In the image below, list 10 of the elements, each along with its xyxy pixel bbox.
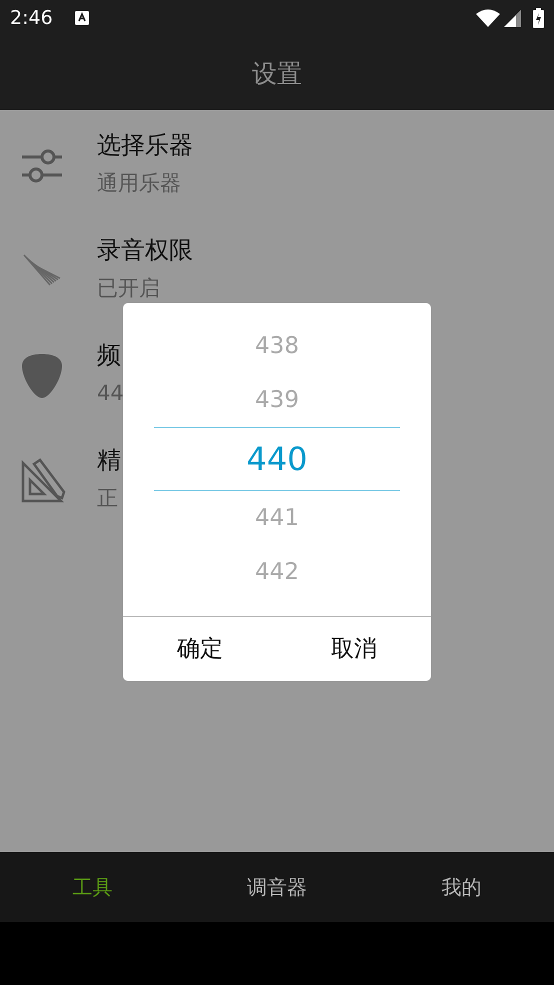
setting-title: 频: [97, 340, 122, 371]
setting-value: 已开启: [97, 275, 161, 302]
setting-title: 录音权限: [97, 235, 193, 266]
setting-title: 精: [97, 445, 121, 476]
setting-value: 44: [97, 380, 124, 407]
status-time: 2:46: [10, 6, 53, 31]
setting-value: 通用乐器: [97, 170, 182, 197]
page-title: 设置: [252, 58, 302, 90]
setting-title: 选择乐器: [97, 130, 193, 161]
setting-value: 正: [97, 485, 119, 512]
